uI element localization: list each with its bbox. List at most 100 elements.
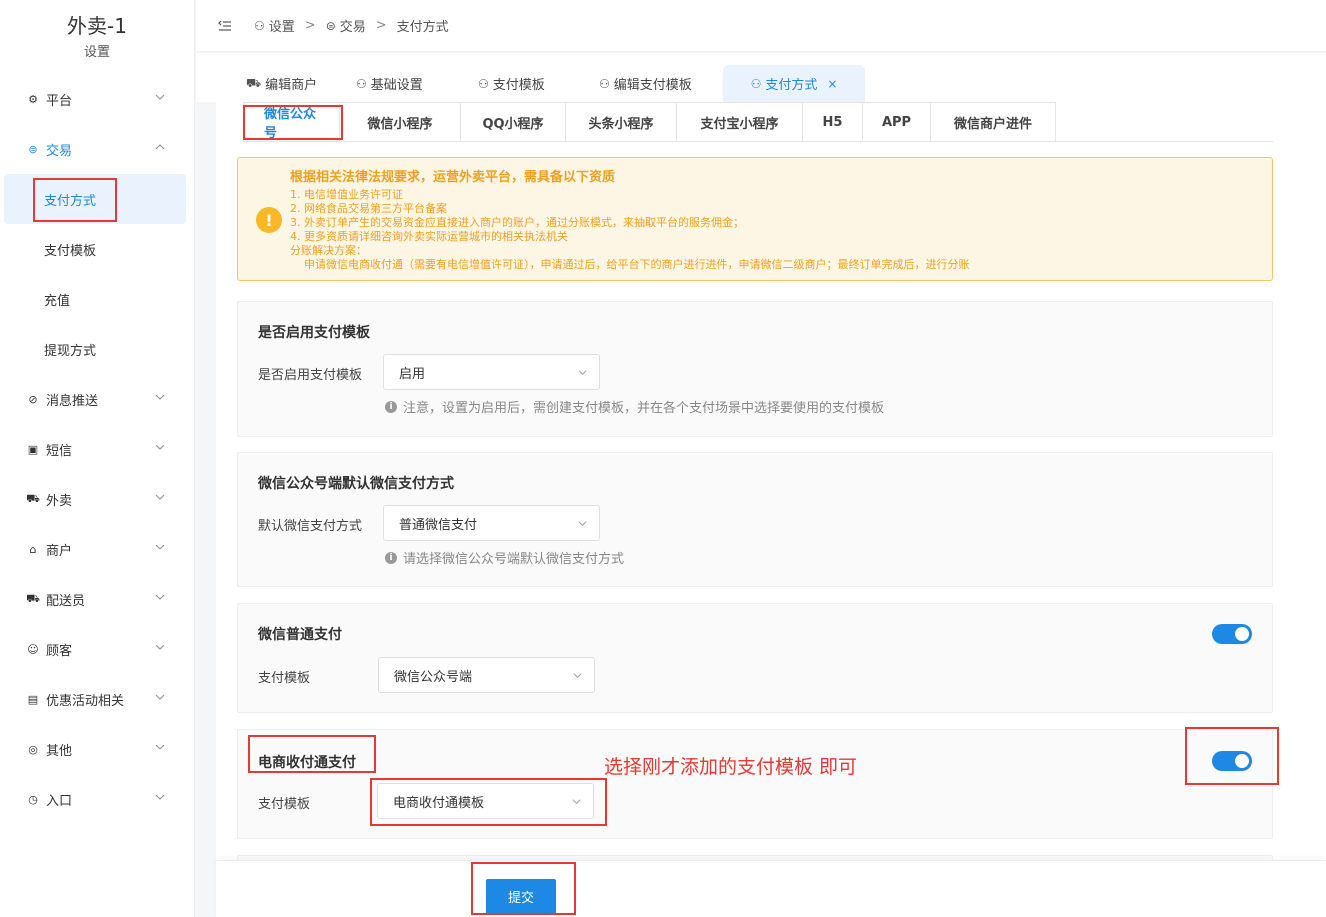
warning-icon: ! [256, 207, 282, 233]
sidebar-subitem-payment-method[interactable]: 支付方式 [4, 174, 186, 224]
gear-icon: ⚙ [28, 92, 38, 106]
chevron-down-icon [573, 673, 582, 679]
breadcrumb: ⚇ 设置 > ⊜ 交易 > 支付方式 [254, 16, 449, 35]
select-value: 电商收付通模板 [393, 795, 485, 811]
field-label: 是否启用支付模板 [258, 368, 363, 383]
sidebar-item-trade[interactable]: ⊜ 交易 [0, 124, 195, 174]
sidebar-subitem-label: 支付模板 [44, 243, 97, 259]
chevron-down-icon [155, 544, 165, 550]
ecommerce-pay-template-select[interactable]: 电商收付通模板 [377, 783, 594, 819]
notice-title: 根据相关法律法规要求，运营外卖平台，需具备以下资质 [290, 170, 616, 185]
courier-icon: ⛟ [26, 591, 40, 605]
sidebar-subitem-label: 支付方式 [44, 193, 97, 209]
chevron-down-icon [155, 644, 165, 650]
normal-pay-template-select[interactable]: 微信公众号端 [378, 657, 595, 693]
normal-pay-toggle[interactable] [1212, 624, 1252, 644]
brand-name: 外卖-1 [67, 14, 127, 38]
tab-label: 基础设置 [370, 78, 423, 93]
default-method-select[interactable]: 普通微信支付 [383, 505, 600, 541]
toggle-knob [1235, 627, 1249, 641]
notice-line: 1. 电信增值业务许可证 [290, 188, 403, 201]
ecommerce-pay-toggle[interactable] [1212, 751, 1252, 771]
breadcrumb-item[interactable]: 交易 [340, 16, 366, 35]
delivery-icon: ⛟ [26, 491, 40, 505]
subtab-wechat-official[interactable]: 微信公众号 [243, 102, 340, 142]
submit-button[interactable]: 提交 [486, 879, 556, 914]
sidebar-item-label: 商户 [46, 543, 73, 559]
message-icon: ⊘ [28, 392, 38, 406]
delivery-icon: ⛟ [246, 75, 262, 90]
sidebar-item-delivery[interactable]: ⛟ 外卖 [0, 474, 195, 524]
tab-edit-payment-template[interactable]: ⚇ 编辑支付模板 [589, 65, 702, 102]
settings-user-icon: ⚇ [478, 76, 489, 91]
sidebar-item-sms[interactable]: ▣ 短信 [0, 424, 195, 474]
subtab-wechat-merchant-onboarding[interactable]: 微信商户进件 [931, 102, 1056, 142]
trade-icon: ⊜ [28, 142, 38, 156]
annotation-text: 选择刚才添加的支付模板 即可 [604, 756, 858, 778]
sidebar-item-merchant[interactable]: ⌂ 商户 [0, 524, 195, 574]
sidebar-item-courier[interactable]: ⛟ 配送员 [0, 574, 195, 624]
breadcrumb-separator: > [375, 18, 387, 33]
subtab-qq-mini[interactable]: QQ小程序 [461, 102, 566, 142]
store-icon: ⌂ [29, 542, 37, 556]
settings-user-icon: ⚇ [356, 76, 367, 91]
entry-icon: ◷ [28, 792, 38, 806]
sidebar-subitem-withdraw[interactable]: 提现方式 [4, 324, 186, 374]
sidebar-subitem-recharge[interactable]: 充值 [4, 274, 186, 324]
brand-subtitle: 设置 [83, 45, 110, 60]
subtab-h5[interactable]: H5 [803, 102, 863, 142]
sidebar-item-label: 配送员 [46, 593, 86, 609]
section-default-method: 微信公众号端默认微信支付方式 默认微信支付方式 普通微信支付 i 请选择微信公众… [237, 452, 1273, 587]
breadcrumb-item[interactable]: 设置 [269, 16, 295, 35]
tab-label: 编辑支付模板 [613, 78, 692, 93]
chevron-down-icon [578, 370, 587, 376]
sidebar-item-customer[interactable]: ☺ 顾客 [0, 624, 195, 674]
chevron-down-icon [155, 394, 165, 400]
subtab-toutiao-mini[interactable]: 头条小程序 [566, 102, 677, 142]
sidebar-item-label: 入口 [46, 793, 73, 809]
sms-icon: ▣ [27, 442, 39, 456]
tab-basic-settings[interactable]: ⚇ 基础设置 [346, 65, 433, 102]
topbar: ⚇ 设置 > ⊜ 交易 > 支付方式 [196, 0, 1326, 52]
tab-edit-merchant[interactable]: ⛟ 编辑商户 [236, 65, 327, 102]
toggle-knob [1235, 754, 1249, 768]
sidebar-item-label: 平台 [46, 93, 73, 109]
subtab-wechat-mini[interactable]: 微信小程序 [340, 102, 461, 142]
settings-user-icon: ⚇ [599, 76, 610, 91]
sidebar-subitem-label: 提现方式 [44, 343, 97, 359]
tab-label: 支付方式 [765, 78, 818, 93]
sidebar-item-label: 短信 [46, 443, 73, 459]
tab-label: 编辑商户 [265, 78, 318, 93]
settings-user-icon: ⚇ [750, 76, 762, 91]
field-hint: i 请选择微信公众号端默认微信支付方式 [385, 548, 624, 567]
template-enable-select[interactable]: 启用 [383, 354, 600, 390]
field-label: 支付模板 [258, 797, 311, 812]
tab-payment-method[interactable]: ⚇ 支付方式 × [723, 65, 865, 102]
sidebar-item-label: 消息推送 [46, 393, 99, 409]
subtab-alipay-mini[interactable]: 支付宝小程序 [677, 102, 803, 142]
sidebar-subitem-payment-template[interactable]: 支付模板 [4, 224, 186, 274]
chevron-down-icon [155, 744, 165, 750]
chevron-down-icon [155, 594, 165, 600]
sidebar-item-label: 优惠活动相关 [46, 693, 125, 709]
sidebar-item-platform[interactable]: ⚙ 平台 [0, 74, 195, 124]
sidebar-item-label: 外卖 [46, 493, 73, 509]
sidebar-item-label: 交易 [46, 143, 73, 159]
sidebar-item-promotion[interactable]: ▤ 优惠活动相关 [0, 674, 195, 724]
user-icon: ☺ [27, 642, 39, 656]
notice-line: 2. 网络食品交易第三方平台备案 [290, 202, 447, 215]
notice-line: 分账解决方案： [290, 244, 367, 257]
subtab-app[interactable]: APP [863, 102, 931, 142]
collapse-menu-icon[interactable] [218, 20, 232, 32]
sidebar-item-other[interactable]: ◎ 其他 [0, 724, 195, 774]
sidebar-item-push[interactable]: ⊘ 消息推送 [0, 374, 195, 424]
sidebar-item-entry[interactable]: ◷ 入口 [0, 774, 195, 824]
section-title: 微信普通支付 [258, 627, 342, 643]
sidebar: 外卖-1 设置 ⚙ 平台 ⊜ 交易 支付方式 支付模板 充值 提现方式 ⊘ 消息… [0, 0, 195, 917]
notice-lines: 1. 电信增值业务许可证 2. 网络食品交易第三方平台备案 3. 外卖订单产生的… [290, 188, 970, 272]
tab-payment-template[interactable]: ⚇ 支付模板 [468, 65, 555, 102]
sidebar-item-label: 其他 [46, 743, 73, 759]
main-content: 微信公众号 微信小程序 QQ小程序 头条小程序 支付宝小程序 H5 APP 微信… [216, 102, 1326, 917]
close-icon[interactable]: × [827, 77, 837, 91]
footer-bar: 提交 [216, 860, 1326, 917]
